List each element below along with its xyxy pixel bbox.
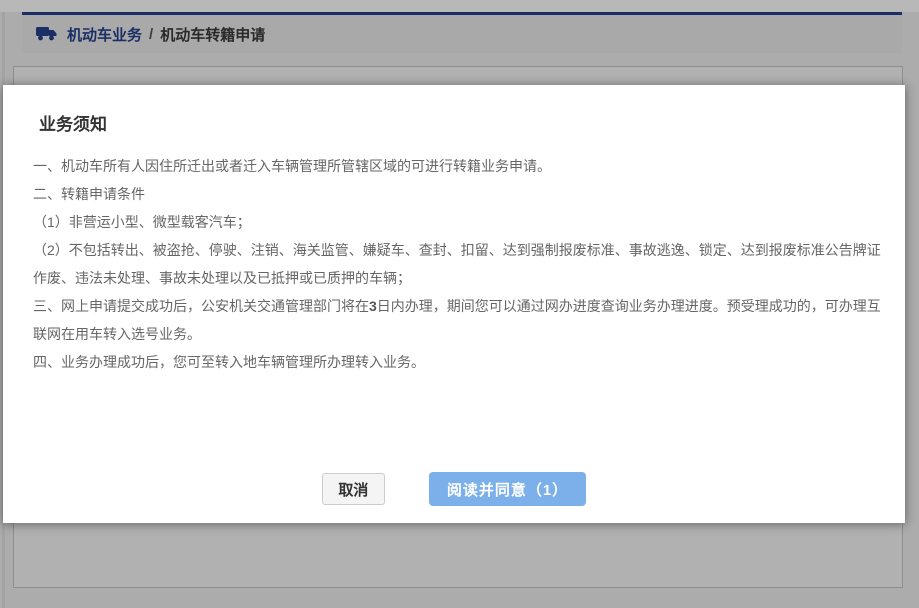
modal-button-row: 取消 阅读并同意（1） — [3, 472, 905, 506]
business-notice-modal: 业务须知 一、机动车所有人因住所迁出或者迁入车辆管理所管辖区域的可进行转籍业务申… — [3, 85, 905, 523]
read-and-agree-button[interactable]: 阅读并同意（1） — [429, 472, 586, 506]
notice-body: 一、机动车所有人因住所迁出或者迁入车辆管理所管辖区域的可进行转籍业务申请。 二、… — [33, 152, 893, 376]
notice-item-1: 一、机动车所有人因住所迁出或者迁入车辆管理所管辖区域的可进行转籍业务申请。 — [33, 152, 893, 180]
cancel-button[interactable]: 取消 — [322, 473, 385, 505]
notice-item-2-sub2: （2）不包括转出、被盗抢、停驶、注销、海关监管、嫌疑车、查封、扣留、达到强制报废… — [33, 236, 893, 292]
notice-item-2: 二、转籍申请条件 — [33, 180, 893, 208]
notice-bold-days: 3 — [369, 298, 377, 314]
notice-item-3: 三、网上申请提交成功后，公安机关交通管理部门将在3日内办理，期间您可以通过网办进… — [33, 292, 893, 348]
notice-item-4: 四、业务办理成功后，您可至转入地车辆管理所办理转入业务。 — [33, 348, 893, 376]
notice-item-2-sub1: （1）非营运小型、微型载客汽车； — [33, 208, 893, 236]
modal-title: 业务须知 — [39, 110, 893, 135]
